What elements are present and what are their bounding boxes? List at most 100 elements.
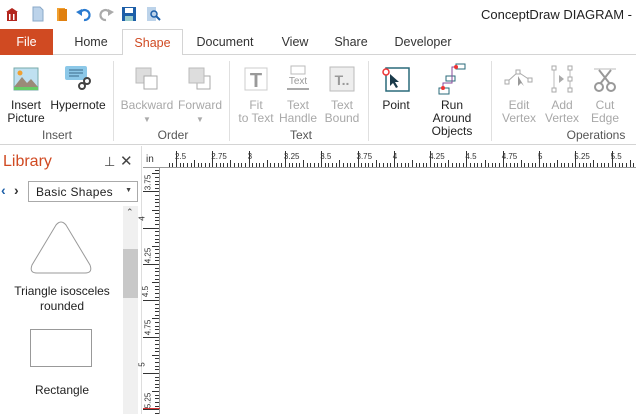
ruler-tick [152,391,159,393]
ruler-tick [589,163,591,167]
app-menu-icon[interactable] [4,6,20,22]
fit-to-text-button[interactable]: T Fit to Text [236,59,276,125]
ruler-tick [155,329,159,331]
ruler-tick [155,347,159,349]
ruler-tick [155,398,159,400]
ribbon: Insert Picture Hypernote Insert Backward ▼… [0,55,636,145]
button-label: Hypernote [50,98,106,112]
ruler-tick [143,336,159,338]
forward-button[interactable]: Forward ▼ [176,59,224,126]
ruler-tick [152,173,159,175]
ruler-tick [622,163,624,167]
text-handle-button[interactable]: Text Text Handle [278,59,318,125]
ruler-label: 2.75 [211,152,227,161]
tab-view[interactable]: View [276,29,314,55]
ruler-tick [234,163,236,167]
ruler-tick [520,160,522,167]
add-vertex-button[interactable]: Add Vertex [543,59,581,125]
group-operations: Operations [566,128,626,142]
ruler-label: 3.75 [356,152,373,161]
ruler-tick [155,362,159,364]
library-select[interactable]: Basic Shapes ▼ [28,181,138,202]
tab-document[interactable]: Document [190,29,260,55]
print-preview-icon[interactable] [145,6,161,22]
ruler-tick [488,163,490,167]
ruler-tick [277,163,279,167]
ruler-tick [499,163,501,167]
save-icon[interactable] [121,6,137,22]
ruler-tick [568,163,570,167]
ruler-label: 5 [538,152,543,161]
ruler-tick [462,163,464,167]
run-around-objects-button[interactable]: Run Around Objects [418,59,486,138]
ruler-tick [604,163,606,167]
ruler-tick [426,163,428,167]
ruler-tick [155,383,159,385]
ruler-tick [215,163,217,167]
forward-icon [188,67,211,90]
horizontal-ruler[interactable]: in 2.5 2.75 3 3.25 3.5 3.75 4 4.25 4.5 4.75 5 5.25 5… [143,151,636,168]
pin-icon[interactable]: ⊥ [104,154,115,170]
scrollbar-thumb[interactable] [123,249,138,298]
ruler-tick [255,163,257,167]
ruler-tick [444,163,446,167]
ruler-tick [155,224,159,226]
forward-icon[interactable]: › [14,182,19,198]
ruler-label: 5.25 [143,392,153,409]
triangle-rounded-shape [30,221,92,274]
ruler-tick [226,163,228,167]
group-order: Order [157,128,189,142]
ruler-tick [190,163,192,167]
vertical-ruler[interactable]: 3.75 4 4.25 4.5 4.75 5 5.25 [138,168,160,414]
backward-button[interactable]: Backward ▼ [120,59,174,126]
edit-vertex-button[interactable]: Edit Vertex [500,59,538,125]
tab-home[interactable]: Home [63,29,119,55]
button-label: Text Bound [324,98,360,125]
text-bound-button[interactable]: T.. Text Bound [321,59,363,125]
undo-icon[interactable] [76,6,92,22]
ruler-tick [629,160,631,167]
shape-item-rectangle[interactable]: Rectangle [4,328,120,398]
ruler-tick [155,303,159,305]
tab-shape[interactable]: Shape [122,29,183,56]
ruler-tick [155,365,159,367]
hypernote-button[interactable]: Hypernote [48,59,108,112]
ruler-tick [600,163,602,167]
window-title: ConceptDraw DIAGRAM - [481,7,632,22]
point-icon [382,67,410,92]
redo-icon[interactable] [98,6,114,22]
ruler-tick [152,245,159,247]
ruler-tick [513,163,515,167]
ruler-tick [607,163,609,167]
scroll-up-icon[interactable]: ⌃ [126,207,134,218]
insert-picture-button[interactable]: Insert Picture [6,59,46,125]
ruler-tick [152,354,159,356]
ruler-tick [564,163,566,167]
back-icon[interactable]: ‹ [1,182,6,198]
dropdown-caret-icon: ▼ [196,115,204,124]
ruler-tick [372,163,374,167]
ruler-tick [155,314,159,316]
drawing-canvas[interactable] [161,168,636,414]
ruler-tick [237,163,239,167]
close-icon[interactable]: ✕ [120,152,133,170]
tab-developer[interactable]: Developer [388,29,458,55]
ruler-label: 2.5 [175,152,187,161]
cut-edge-button[interactable]: Cut Edge [586,59,624,125]
ruler-tick [437,163,439,167]
ruler-label: 4 [137,216,147,222]
ruler-tick [310,163,312,167]
ruler-tick [155,322,159,324]
shape-item-triangle[interactable]: Triangle isosceles rounded [4,218,120,318]
scrollbar[interactable]: ⌃ [123,206,138,414]
tab-file[interactable]: File [0,29,53,55]
quick-access-toolbar: ConceptDraw DIAGRAM - [0,0,636,30]
ruler-tick [155,387,159,389]
tab-share[interactable]: Share [330,29,372,55]
ruler-label: 4.25 [143,247,153,263]
ruler-tick [618,163,620,167]
open-icon[interactable] [54,6,70,22]
ribbon-tabs: File Home Shape Document View Share Deve… [0,29,636,56]
point-button[interactable]: Point [378,59,414,112]
new-document-icon[interactable] [30,6,46,22]
